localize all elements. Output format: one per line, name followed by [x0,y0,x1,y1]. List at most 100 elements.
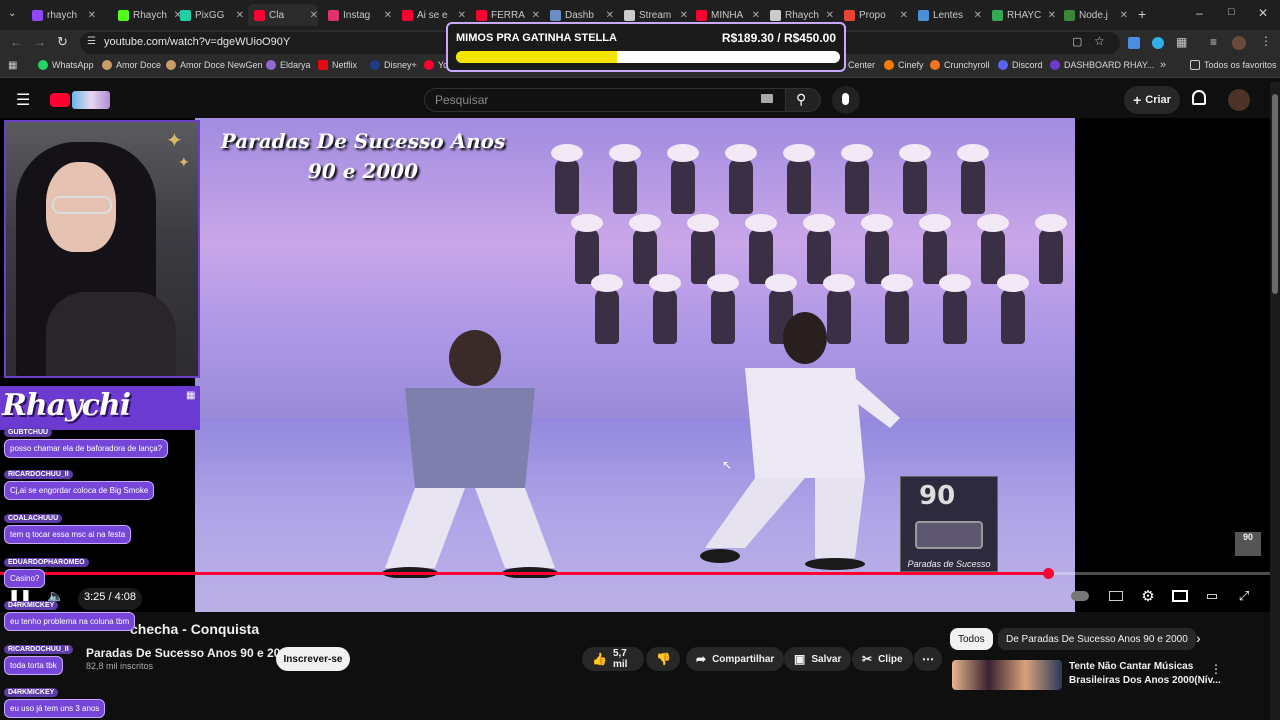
tab-close-icon[interactable]: ✕ [826,10,834,21]
background-dancer [609,144,641,214]
browser-tab[interactable]: Cla ✕ [248,4,318,26]
browser-tab[interactable]: Propo ✕ [838,4,908,26]
bookmark-youtube[interactable]: Yo [424,60,448,70]
more-actions-button[interactable]: ⋯ [914,647,942,671]
recommended-title[interactable]: Tente Não Cantar Músicas Brasileiras Dos… [1069,660,1221,688]
bookmark-amor-doce[interactable]: Amor Doce [102,60,161,70]
apps-grid-icon[interactable]: ▦ [8,60,17,71]
install-icon[interactable]: ▢ [1072,35,1082,48]
save-button[interactable]: ▣ Salvar [784,647,852,671]
browser-tab[interactable]: Node.j ✕ [1058,4,1128,26]
progress-fill [0,572,1048,575]
channel-name[interactable]: Paradas De Sucesso Anos 90 e 2000 [86,646,294,660]
bookmark-discord[interactable]: Discord [998,60,1043,70]
progress-bar[interactable] [0,572,1270,575]
autoplay-toggle[interactable] [1068,584,1092,608]
tab-favicon-icon [118,9,129,21]
youtube-logo[interactable] [50,93,70,107]
bookmark-netflix[interactable]: Netflix [318,60,357,70]
reading-list-icon[interactable]: ≡ [1210,35,1217,49]
cast-button[interactable]: ▭ [1200,584,1224,608]
maximize-button[interactable]: □ [1228,6,1235,18]
bookmark-star-icon[interactable]: ☆ [1094,34,1105,48]
browser-tab[interactable]: Lentes ✕ [912,4,982,26]
bookmark-disney[interactable]: Disney+ [370,60,417,70]
new-tab-button[interactable]: + [1138,6,1146,22]
youtube-header: ☰ Pesquisar ⚲ + Criar [0,82,1280,118]
channel-watermark[interactable]: 90 [1235,532,1261,556]
tab-close-icon[interactable]: ✕ [752,10,760,21]
voice-search-button[interactable] [832,86,860,114]
search-input[interactable]: Pesquisar [424,88,786,112]
account-avatar[interactable] [1228,89,1250,111]
chat-message: D4RKMICKEY eu uso já tem uns 3 anos [4,688,106,718]
minimize-button[interactable]: – [1196,6,1203,20]
browser-tab[interactable]: RHAYC ✕ [986,4,1056,26]
tab-search-icon[interactable]: ⌄ [8,8,16,19]
tab-close-icon[interactable]: ✕ [458,10,466,21]
settings-button[interactable]: ⚙ [1136,584,1160,608]
browser-tab[interactable]: rhaych ✕ [26,4,96,26]
tab-close-icon[interactable]: ✕ [900,10,908,21]
scrollbar-thumb[interactable] [1272,94,1278,294]
chevron-right-icon[interactable]: › [1196,630,1201,646]
recommended-video[interactable]: Tente Não Cantar Músicas Brasileiras Dos… [952,660,1270,690]
more-icon: ⋯ [922,652,934,666]
forward-icon[interactable]: → [34,35,46,49]
bookmark-crunchyroll[interactable]: Crunchyroll [930,60,990,70]
browser-tab[interactable]: PixGG ✕ [174,4,244,26]
subscribe-button[interactable]: Inscrever-se [276,647,350,671]
share-button[interactable]: ➦ Compartilhar [686,647,785,671]
browser-menu-icon[interactable]: ⋮ [1260,34,1272,48]
progress-scrubber[interactable] [1042,568,1054,579]
miniplayer-button[interactable] [1168,584,1192,608]
search-button[interactable]: ⚲ [785,88,821,112]
reload-icon[interactable]: ↻ [57,34,68,50]
like-button[interactable]: 👍 5,7 mil [582,647,644,671]
fullscreen-button[interactable]: ⤢ [1232,584,1256,608]
recommended-thumbnail[interactable] [952,660,1062,690]
tab-close-icon[interactable]: ✕ [532,10,540,21]
bookmark-center[interactable]: Center [848,60,875,70]
goal-progress-bar [456,51,840,63]
extension-icon[interactable] [1128,37,1140,49]
chip-all[interactable]: Todos [950,628,993,650]
clip-button[interactable]: ✂ Clipe [852,647,913,671]
bookmark-whatsapp[interactable]: WhatsApp [38,60,94,70]
extension-icon[interactable] [1152,37,1164,49]
tab-close-icon[interactable]: ✕ [384,10,392,21]
background-dancer [783,144,815,214]
page-scrollbar[interactable] [1270,82,1280,720]
chat-message-text: posso chamar ela de baforadora de lança? [4,439,169,458]
browser-tab[interactable]: Instag ✕ [322,4,392,26]
video-frame[interactable]: Paradas De Sucesso Anos 90 e 2000 90 Par… [195,118,1075,612]
chip-channel[interactable]: De Paradas De Sucesso Anos 90 e 2000 [998,628,1196,650]
subtitles-button[interactable] [1104,584,1128,608]
close-window-button[interactable]: ✕ [1258,6,1268,20]
create-button[interactable]: + Criar [1124,86,1180,114]
tab-close-icon[interactable]: ✕ [88,10,96,21]
hamburger-menu-icon[interactable]: ☰ [16,90,30,110]
profile-avatar[interactable] [1232,36,1246,50]
all-bookmarks-folder[interactable]: Todos os favoritos [1190,60,1277,70]
bookmark-cinefy[interactable]: Cinefy [884,60,924,70]
notifications-bell-icon[interactable] [1192,90,1206,105]
tab-close-icon[interactable]: ✕ [1048,10,1056,21]
tab-close-icon[interactable]: ✕ [236,10,244,21]
recommended-more-icon[interactable]: ⋮ [1210,662,1222,676]
more-bookmarks-icon[interactable]: » [1160,59,1166,71]
tab-close-icon[interactable]: ✕ [310,10,318,21]
site-info-icon[interactable]: ☰ [87,36,96,47]
bookmark-dashboard[interactable]: DASHBOARD RHAY... [1050,60,1154,70]
tab-close-icon[interactable]: ✕ [606,10,614,21]
extensions-puzzle-icon[interactable]: ▦ [1176,35,1187,49]
bookmark-amor-doce-newgen[interactable]: Amor Doce NewGen [166,60,263,70]
dislike-button[interactable]: 👎 [646,647,680,671]
back-icon[interactable]: ← [10,35,22,49]
tab-close-icon[interactable]: ✕ [680,10,688,21]
bookmark-eldarya[interactable]: Eldarya [266,60,311,70]
tab-close-icon[interactable]: ✕ [1120,10,1128,21]
browser-tab[interactable]: Rhaych ✕ [112,4,182,26]
keyboard-icon[interactable] [761,94,773,103]
tab-close-icon[interactable]: ✕ [974,10,982,21]
